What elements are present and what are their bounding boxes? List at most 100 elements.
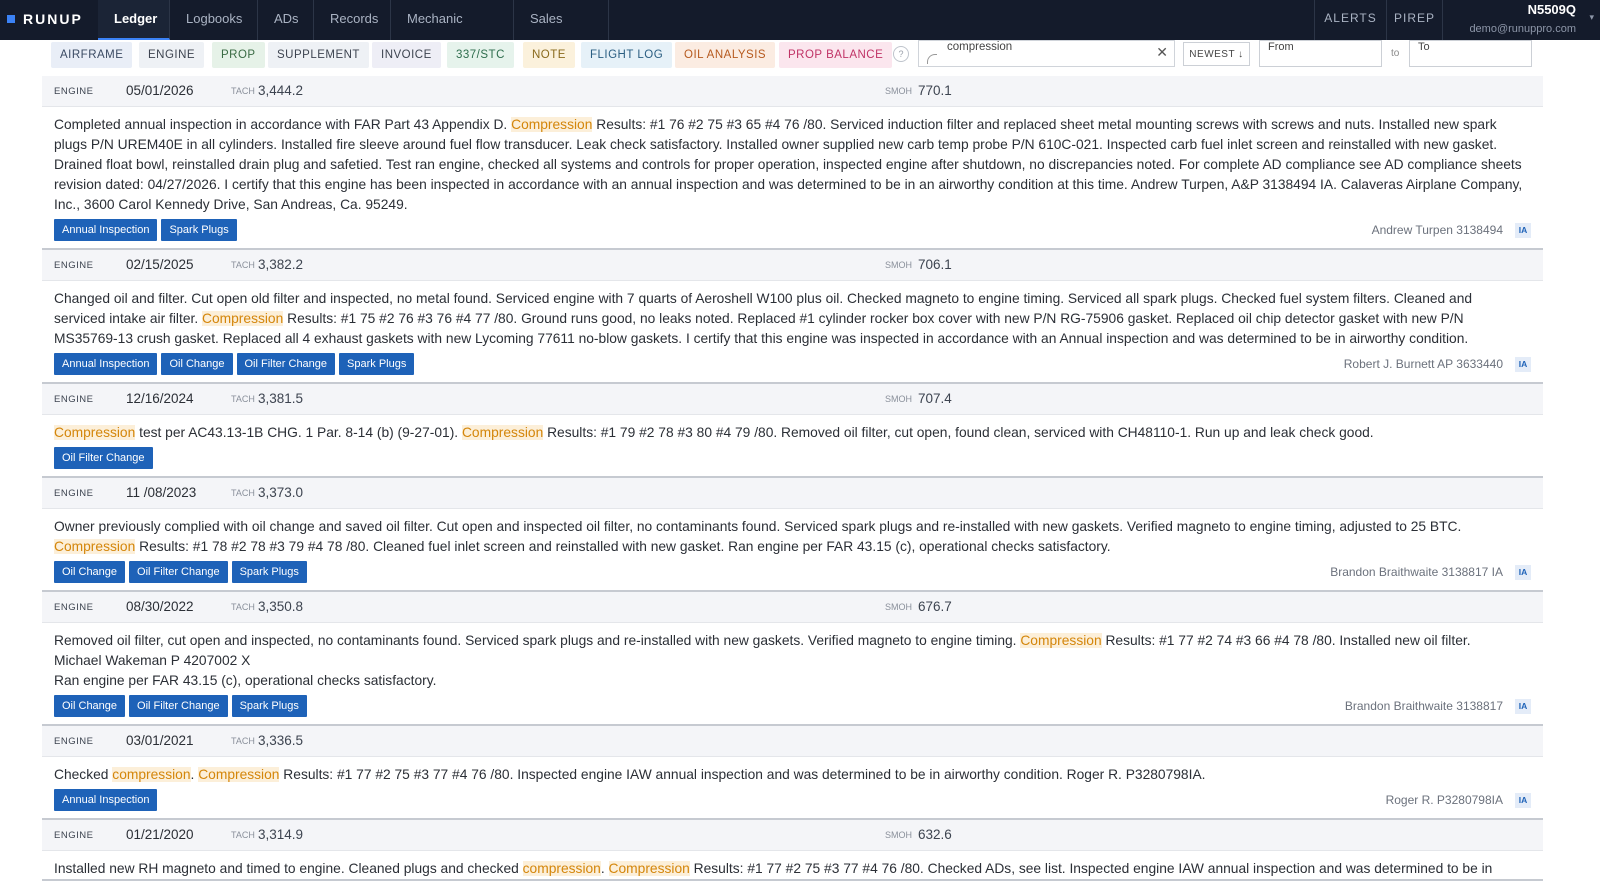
tag-chip[interactable]: Oil Change	[161, 353, 233, 375]
entry-type: ENGINE	[54, 260, 94, 271]
sort-button[interactable]: NEWEST ↓	[1183, 42, 1250, 66]
entry-body: Compression test per AC43.13-1B CHG. 1 P…	[42, 415, 1543, 476]
tach-label: TACH	[231, 488, 255, 498]
clear-search-icon[interactable]: ✕	[1156, 45, 1168, 59]
ledger-entry[interactable]: ENGINE 12/16/2024 TACH 3,381.5 SMOH 707.4 Comp…	[42, 384, 1543, 478]
filter-chip-flight-log[interactable]: FLIGHT LOG	[581, 42, 673, 68]
tag-chip[interactable]: Annual Inspection	[54, 353, 158, 375]
chip-label: ENGINE	[148, 49, 196, 61]
search-highlight: Compression	[202, 311, 284, 326]
entry-description: Owner previously complied with oil chang…	[42, 509, 1543, 557]
tach-label: TACH	[231, 260, 255, 270]
pirep-link[interactable]: PIREP	[1386, 0, 1442, 40]
alerts-link[interactable]: ALERTS	[1314, 0, 1386, 40]
entry-body: Removed oil filter, cut open and inspect…	[42, 623, 1543, 724]
help-icon[interactable]: ?	[893, 46, 909, 62]
tach-label: TACH	[231, 394, 255, 404]
tab-mechanic-portal[interactable]: Mechanic Portal	[391, 0, 514, 64]
filter-chip-prop[interactable]: PROP	[212, 42, 265, 68]
tag-chip[interactable]: Oil Filter Change	[129, 561, 228, 583]
filter-chip-supplement[interactable]: SUPPLEMENT	[268, 42, 369, 68]
ledger-entry[interactable]: ENGINE 03/01/2021 TACH 3,336.5 Checked compr…	[42, 726, 1543, 820]
filter-chip-prop-balance[interactable]: PROP BALANCE	[779, 42, 893, 68]
date-range-to-label: to	[1391, 48, 1400, 59]
tach-label: TACH	[231, 736, 255, 746]
app-logo[interactable]: RUNUP	[7, 11, 83, 27]
ledger-entry[interactable]: ENGINE 11 /08/2023 TACH 3,373.0 Owner previo…	[42, 478, 1543, 592]
filter-chip-airframe[interactable]: AIRFRAME	[51, 42, 133, 68]
ledger-entry[interactable]: ENGINE 01/21/2020 TACH 3,314.9 SMOH 632.6 Inst…	[42, 820, 1543, 881]
date-from-input[interactable]: From	[1259, 40, 1382, 67]
tab-sales-portal[interactable]: Sales Portal	[514, 0, 609, 64]
search-value: compression	[947, 41, 1013, 53]
smoh-value: 770.1	[918, 83, 952, 98]
tach-value: 3,314.9	[258, 827, 304, 842]
entry-date: 12/16/2024	[126, 391, 194, 406]
tab-ledger[interactable]: Ledger	[98, 0, 170, 40]
tach-value: 3,382.2	[258, 257, 304, 272]
text-segment: Results: #1 77 #2 75 #3 77 #4 76 /80. Ch…	[689, 861, 1493, 876]
chevron-down-icon[interactable]: ▾	[1589, 12, 1594, 23]
tach-value: 3,350.8	[258, 599, 304, 614]
ia-badge: IA	[1515, 565, 1531, 580]
tag-chip[interactable]: Oil Filter Change	[236, 353, 336, 375]
smoh-value: 676.7	[918, 599, 952, 614]
logo-text: RUNUP	[23, 11, 83, 27]
entry-description: Changed oil and filter. Cut open old fil…	[42, 281, 1543, 349]
entry-type: ENGINE	[54, 394, 94, 405]
account-divider	[1442, 0, 1443, 40]
entry-header: ENGINE 08/30/2022 TACH 3,350.8 SMOH 676.7	[42, 592, 1543, 623]
filter-chip-invoice[interactable]: INVOICE	[372, 42, 441, 68]
tag-chip[interactable]: Spark Plugs	[161, 219, 237, 241]
smoh-label: SMOH	[885, 394, 912, 404]
signer-name: Brandon Braithwaite 3138817	[1344, 699, 1503, 713]
entry-header: ENGINE 12/16/2024 TACH 3,381.5 SMOH 707.4	[42, 384, 1543, 415]
signer-name: Robert J. Burnett AP 3633440	[1343, 357, 1503, 371]
entry-header: ENGINE 02/15/2025 TACH 3,382.2 SMOH 706.1	[42, 250, 1543, 281]
ledger-entry[interactable]: ENGINE 05/01/2026 TACH 3,444.2 SMOH 770.1 Comp…	[42, 76, 1543, 250]
tag-chip[interactable]: Spark Plugs	[339, 353, 415, 375]
chip-label: AIRFRAME	[60, 49, 124, 61]
tach-value: 3,336.5	[258, 733, 304, 748]
entry-tags: Annual Inspection Oil Change Oil Filter Ch…	[42, 349, 1543, 382]
entry-body: Installed new RH magneto and timed to en…	[42, 851, 1543, 879]
entry-header: ENGINE 05/01/2026 TACH 3,444.2 SMOH 770.1	[42, 76, 1543, 107]
tag-chip[interactable]: Spark Plugs	[231, 695, 307, 717]
tag-chip[interactable]: Spark Plugs	[231, 561, 307, 583]
account-menu[interactable]: N5509Q demo@runuppro.com	[1469, 2, 1576, 35]
tach-value: 3,444.2	[258, 83, 304, 98]
chip-label: NOTE	[532, 49, 566, 61]
signer-name: Brandon Braithwaite 3138817 IA	[1330, 565, 1503, 579]
entry-tags: Oil Change Oil Filter Change Spark Plugs Br…	[42, 691, 1543, 724]
chip-label: PROP BALANCE	[788, 49, 884, 61]
tag-chip[interactable]: Oil Change	[54, 561, 126, 583]
tag-chip[interactable]: Annual Inspection	[54, 789, 158, 811]
search-input[interactable]: compression ✕	[918, 40, 1175, 67]
ledger-entry[interactable]: ENGINE 02/15/2025 TACH 3,382.2 SMOH 706.1 Chan…	[42, 250, 1543, 384]
entry-description: Checked compression. Compression Results…	[42, 757, 1543, 785]
ia-badge: IA	[1515, 699, 1531, 714]
tag-chip[interactable]: Oil Filter Change	[129, 695, 228, 717]
tag-chip[interactable]: Annual Inspection	[54, 219, 158, 241]
aircraft-tail-number: N5509Q	[1527, 2, 1576, 17]
text-segment: Results: #1 78 #2 78 #3 79 #4 78 /80. Cl…	[135, 539, 1111, 554]
date-to-input[interactable]: To	[1409, 40, 1532, 67]
text-segment: Results: #1 79 #2 78 #3 80 #4 79 /80. Re…	[543, 425, 1374, 440]
filter-chip-oil-analysis[interactable]: OIL ANALYSIS	[675, 42, 776, 68]
filter-chip-337-stc[interactable]: 337/STC	[447, 42, 514, 68]
filter-chip-note[interactable]: NOTE	[523, 42, 575, 68]
entry-type: ENGINE	[54, 736, 94, 747]
tag-chip[interactable]: Oil Change	[54, 695, 126, 717]
chip-label: 337/STC	[456, 49, 505, 61]
tab-ads[interactable]: ADs	[258, 0, 314, 40]
entry-body: Changed oil and filter. Cut open old fil…	[42, 281, 1543, 382]
tab-logbooks[interactable]: Logbooks	[170, 0, 258, 40]
smoh-label: SMOH	[885, 830, 912, 840]
entry-body: Owner previously complied with oil chang…	[42, 509, 1543, 590]
entry-date: 02/15/2025	[126, 257, 194, 272]
main-nav: Ledger Logbooks ADs Records Mechanic Por…	[98, 0, 609, 64]
tag-chip[interactable]: Oil Filter Change	[54, 447, 153, 469]
ledger-entry[interactable]: ENGINE 08/30/2022 TACH 3,350.8 SMOH 676.7 Remo…	[42, 592, 1543, 726]
tab-records[interactable]: Records	[314, 0, 391, 40]
filter-chip-engine[interactable]: ENGINE	[139, 42, 205, 68]
